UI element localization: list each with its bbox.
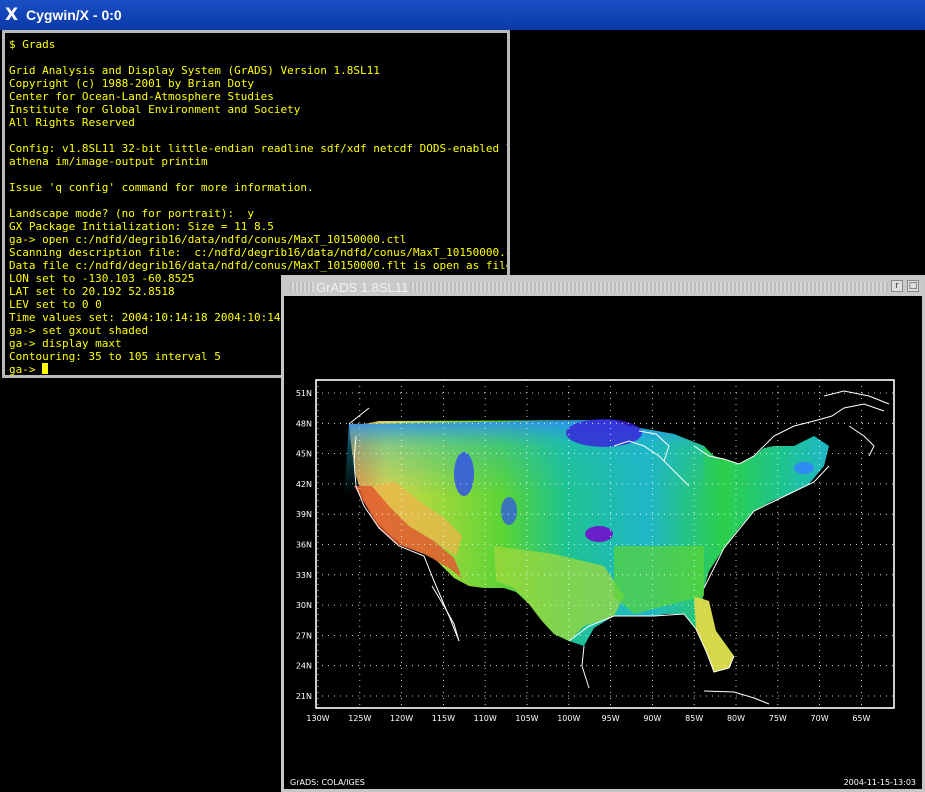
- terminal-line: Center for Ocean-Land-Atmosphere Studies: [9, 90, 274, 103]
- grads-title-bar[interactable]: GrADS 1.8SL11 r □: [284, 278, 922, 296]
- terminal-line: ga-> open c:/ndfd/degrib16/data/ndfd/con…: [9, 233, 407, 246]
- terminal-line: LEV set to 0 0: [9, 298, 102, 311]
- terminal-cursor: [42, 363, 49, 374]
- lat-label: 39N: [296, 510, 312, 519]
- lon-label: 120W: [390, 714, 413, 723]
- terminal-line: Scanning description file: c:/ndfd/degri…: [9, 246, 510, 259]
- lon-label: 105W: [515, 714, 538, 723]
- lon-label: 90W: [643, 714, 661, 723]
- footer-credit: GrADS: COLA/IGES: [290, 778, 365, 787]
- lat-label: 51N: [296, 389, 312, 398]
- lon-label: 110W: [474, 714, 497, 723]
- terminal-line: Grid Analysis and Display System (GrADS)…: [9, 64, 380, 77]
- terminal-line: ga-> display maxt: [9, 337, 122, 350]
- terminal-line: Copyright (c) 1988-2001 by Brian Doty: [9, 77, 255, 90]
- terminal-line: All Rights Reserved: [9, 116, 135, 129]
- terminal-line: Data file c:/ndfd/degrib16/data/ndfd/con…: [9, 259, 510, 272]
- maximize-button[interactable]: □: [907, 280, 919, 292]
- terminal-line: Issue 'q config' command for more inform…: [9, 181, 314, 194]
- cold-spot-colorado: [501, 497, 517, 525]
- longitude-labels: 130W 125W 120W 115W 110W 105W 100W 95W 90W 85W 80W…: [306, 714, 870, 723]
- terminal-prompt[interactable]: ga->: [9, 363, 42, 375]
- cold-spot-missouri: [585, 526, 613, 542]
- lon-label: 85W: [685, 714, 703, 723]
- cold-spot-rockies: [454, 452, 474, 496]
- terminal-line: athena im/image-output printim: [9, 155, 208, 168]
- lon-label: 125W: [348, 714, 371, 723]
- terminal-line: LON set to -130.103 -60.8525: [9, 272, 195, 285]
- lat-label: 30N: [296, 601, 312, 610]
- window-title-bar: X Cygwin/X - 0:0: [0, 0, 925, 30]
- terminal-line: Landscape mode? (no for portrait): y: [9, 207, 255, 220]
- x-logo-icon: X: [5, 5, 19, 25]
- lon-label: 130W: [306, 714, 329, 723]
- terminal-line: LAT set to 20.192 52.8518: [9, 285, 175, 298]
- terminal-line: ga-> set gxout shaded: [9, 324, 149, 337]
- grads-window-title: GrADS 1.8SL11: [314, 280, 411, 295]
- minimize-button[interactable]: r: [891, 280, 903, 292]
- lon-label: 80W: [727, 714, 745, 723]
- window-title: Cygwin/X - 0:0: [26, 7, 122, 23]
- cold-spot-maine: [794, 462, 814, 474]
- lat-label: 33N: [296, 571, 312, 580]
- lat-label: 42N: [296, 480, 312, 489]
- terminal-line: Config: v1.8SL11 32-bit little-endian re…: [9, 142, 507, 155]
- lat-label: 24N: [296, 662, 312, 671]
- lat-label: 27N: [296, 631, 312, 640]
- terminal-line: Time values set: 2004:10:14:18 2004:10:1…: [9, 311, 301, 324]
- lon-label: 70W: [811, 714, 829, 723]
- lon-label: 75W: [769, 714, 787, 723]
- florida-warm: [694, 596, 734, 672]
- terminal-line: $ Grads: [9, 38, 56, 51]
- temperature-field: [344, 419, 829, 672]
- footer-timestamp: 2004-11-15-13:03: [843, 778, 916, 787]
- grads-window[interactable]: GrADS 1.8SL11 r □ 51N 48N 45N 42N 39N 36…: [281, 275, 925, 792]
- latitude-labels: 51N 48N 45N 42N 39N 36N 33N 30N 27N 24N 21N: [296, 389, 312, 701]
- grads-plot: 51N 48N 45N 42N 39N 36N 33N 30N 27N 24N 21N 130W 12…: [296, 379, 895, 723]
- lat-label: 36N: [296, 541, 312, 550]
- lat-label: 21N: [296, 692, 312, 701]
- lat-label: 45N: [296, 450, 312, 459]
- terminal-line: Contouring: 35 to 105 interval 5: [9, 350, 221, 363]
- lon-label: 100W: [557, 714, 580, 723]
- lon-label: 95W: [602, 714, 620, 723]
- lat-label: 48N: [296, 419, 312, 428]
- terminal-line: Institute for Global Environment and Soc…: [9, 103, 301, 116]
- terminal-line: GX Package Initialization: Size = 11 8.5: [9, 220, 274, 233]
- lon-label: 65W: [852, 714, 870, 723]
- lon-label: 115W: [432, 714, 455, 723]
